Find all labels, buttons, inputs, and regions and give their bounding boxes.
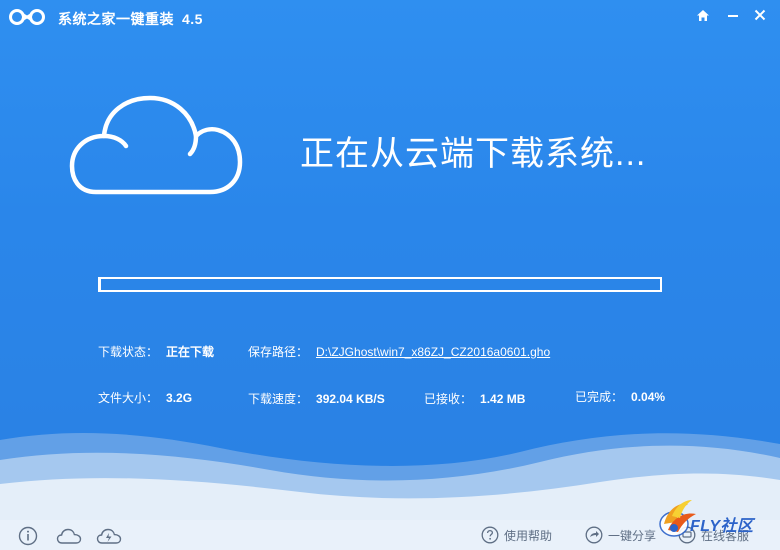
app-title: 系统之家一键重装 4.5 (58, 9, 203, 29)
download-status-value: 正在下载 (166, 345, 215, 359)
home-icon (697, 9, 709, 21)
save-path-label: 保存路径： (248, 345, 309, 359)
download-status-label: 下载状态： (98, 345, 159, 359)
help-button[interactable]: 使用帮助 (481, 526, 552, 544)
close-icon (754, 9, 766, 21)
cloud-lightning-icon[interactable] (96, 527, 122, 545)
help-icon (481, 526, 499, 544)
share-button[interactable]: 一键分享 (585, 526, 656, 544)
cloud-icon (69, 95, 243, 195)
cloud-icon[interactable] (56, 528, 82, 544)
title-bar: 系统之家一键重装 4.5 (0, 0, 780, 34)
app-name: 系统之家一键重装 (58, 11, 174, 27)
save-path: 保存路径： D:\ZJGhost\win7_x86ZJ_CZ2016a0601.g… (248, 343, 550, 360)
watermark-text: FLY社区 (690, 518, 754, 535)
help-label: 使用帮助 (504, 528, 553, 543)
close-button[interactable] (750, 6, 770, 24)
app-logo-icon (9, 9, 45, 25)
download-status: 下载状态： 正在下载 (98, 343, 214, 360)
minimize-icon (728, 15, 738, 17)
app-version: 4.5 (182, 11, 203, 27)
download-headline: 正在从云端下载系统... (300, 135, 647, 173)
share-icon (585, 526, 603, 544)
save-path-link[interactable]: D:\ZJGhost\win7_x86ZJ_CZ2016a0601.gho (316, 345, 550, 359)
download-progress-bar (98, 277, 662, 292)
home-button[interactable] (693, 6, 713, 24)
minimize-button[interactable] (723, 6, 743, 24)
share-label: 一键分享 (608, 528, 657, 543)
info-icon[interactable] (18, 526, 38, 546)
